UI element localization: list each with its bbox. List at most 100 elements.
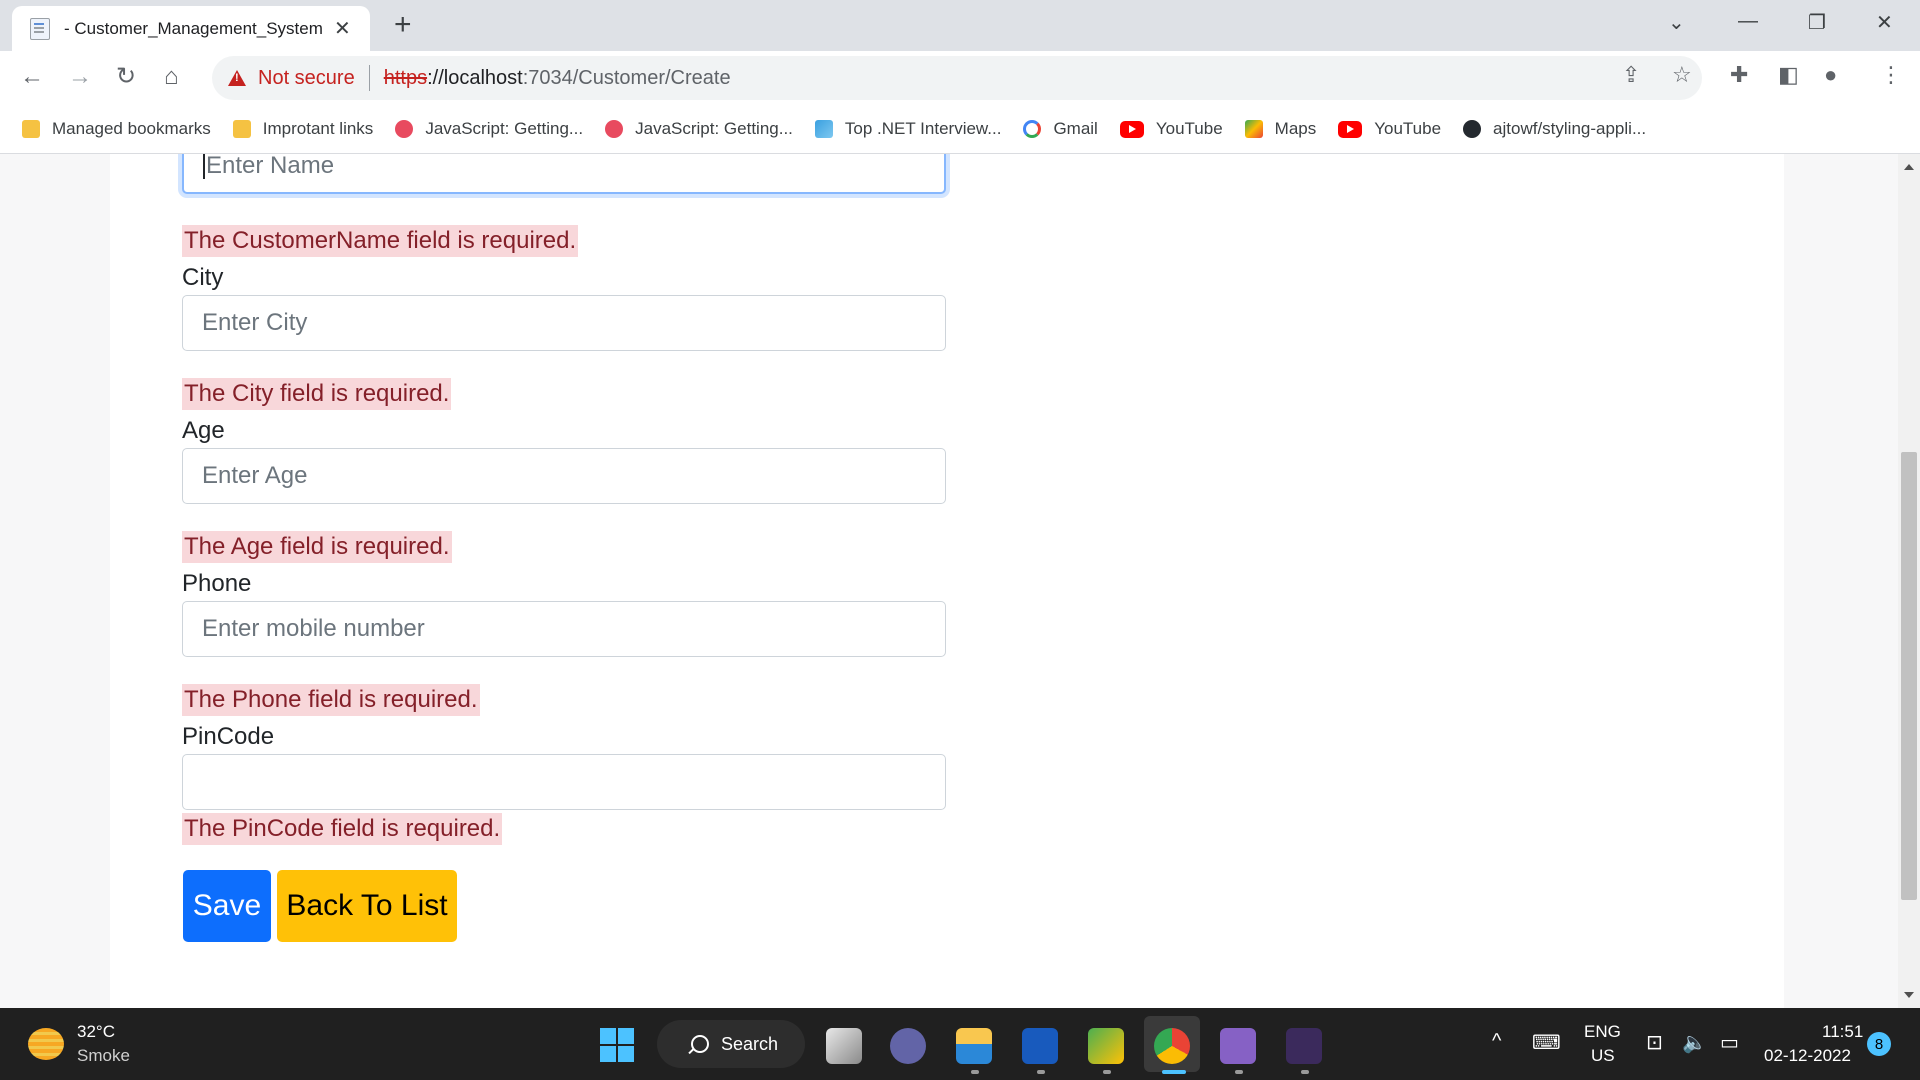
- weather-temperature[interactable]: 32°C: [77, 1022, 115, 1042]
- bookmark-label: Managed bookmarks: [52, 119, 211, 138]
- bookmark-label: YouTube: [1374, 119, 1442, 138]
- weather-description[interactable]: Smoke: [77, 1046, 130, 1066]
- bookmark-javascript-1[interactable]: JavaScript: Getting...: [395, 119, 583, 139]
- notification-count-badge[interactable]: 8: [1867, 1032, 1891, 1056]
- share-icon[interactable]: ⇪: [1622, 62, 1640, 88]
- minimize-icon[interactable]: —: [1738, 10, 1758, 33]
- scrollbar-thumb[interactable]: [1901, 452, 1917, 900]
- city-input[interactable]: Enter City: [182, 295, 946, 351]
- not-secure-label[interactable]: Not secure: [258, 67, 355, 90]
- tab-search-chevron-icon[interactable]: ⌄: [1668, 10, 1685, 35]
- network-icon[interactable]: ⊡: [1646, 1030, 1663, 1055]
- restore-icon[interactable]: ❐: [1808, 10, 1826, 35]
- warning-triangle-icon: [228, 70, 246, 86]
- page-viewport: Enter Name The CustomerName field is req…: [0, 154, 1898, 1008]
- bookmarks-bar: Managed bookmarks Improtant links JavaSc…: [0, 105, 1920, 154]
- back-arrow-icon[interactable]: ←: [20, 64, 44, 90]
- text-caret: [203, 154, 205, 179]
- extensions-puzzle-icon[interactable]: ✚: [1730, 62, 1748, 88]
- visual-studio-icon[interactable]: [1220, 1028, 1256, 1064]
- windows-start-icon[interactable]: [600, 1028, 634, 1062]
- running-indicator: [1235, 1070, 1243, 1074]
- customer-name-input[interactable]: Enter Name: [182, 154, 946, 194]
- phone-placeholder: Enter mobile number: [202, 615, 425, 642]
- github-icon: [1463, 120, 1482, 138]
- url-scheme: https: [383, 66, 428, 89]
- bookmark-youtube-2[interactable]: YouTube: [1338, 119, 1441, 139]
- phone-error: The Phone field is required.: [182, 684, 480, 716]
- running-indicator: [1301, 1070, 1309, 1074]
- profile-avatar-icon[interactable]: ●: [1824, 62, 1837, 88]
- folder-icon: [232, 120, 251, 138]
- age-label: Age: [182, 417, 225, 444]
- forward-arrow-icon[interactable]: →: [68, 64, 92, 90]
- back-to-list-button[interactable]: Back To List: [277, 870, 457, 942]
- pincode-input[interactable]: [182, 754, 946, 810]
- bookmark-gmail[interactable]: Gmail: [1023, 119, 1098, 139]
- bookmark-javascript-2[interactable]: JavaScript: Getting...: [605, 119, 793, 139]
- maps-icon: [1244, 120, 1263, 138]
- bookmark-star-icon[interactable]: ☆: [1672, 62, 1692, 88]
- url-host: ://localhost: [427, 66, 523, 89]
- file-explorer-icon[interactable]: [956, 1028, 992, 1064]
- menu-kebab-icon[interactable]: ⋮: [1880, 62, 1902, 88]
- url-path: :7034/Customer/Create: [522, 66, 731, 89]
- battery-icon[interactable]: ▭: [1720, 1030, 1739, 1055]
- google-icon: [1023, 120, 1042, 138]
- teams-chat-icon[interactable]: [890, 1028, 926, 1064]
- omnibox-divider: [368, 65, 370, 91]
- search-icon: [691, 1035, 709, 1053]
- phone-input[interactable]: Enter mobile number: [182, 601, 946, 657]
- language-region[interactable]: US: [1591, 1046, 1615, 1066]
- bookmark-managed[interactable]: Managed bookmarks: [22, 119, 211, 139]
- word-icon[interactable]: [1022, 1028, 1058, 1064]
- customer-name-error: The CustomerName field is required.: [182, 225, 579, 257]
- snipping-tool-icon[interactable]: [1088, 1028, 1124, 1064]
- side-panel-icon[interactable]: ◧: [1778, 62, 1799, 88]
- javascript-icon: [605, 120, 624, 138]
- taskbar-search-button[interactable]: Search: [657, 1020, 805, 1068]
- scroll-up-arrow-icon[interactable]: [1904, 164, 1914, 170]
- language-indicator[interactable]: ENG: [1584, 1022, 1621, 1042]
- age-input[interactable]: Enter Age: [182, 448, 946, 504]
- browser-tab[interactable]: - Customer_Management_System ✕: [12, 6, 370, 51]
- task-view-icon[interactable]: [826, 1028, 862, 1064]
- running-indicator: [971, 1070, 979, 1074]
- home-icon[interactable]: ⌂: [164, 64, 179, 90]
- save-button[interactable]: Save: [183, 870, 271, 942]
- customer-name-placeholder: Enter Name: [206, 154, 335, 179]
- bookmark-maps[interactable]: Maps: [1244, 119, 1317, 139]
- clock-time[interactable]: 11:51: [1822, 1022, 1863, 1042]
- reload-icon[interactable]: ↻: [116, 64, 136, 90]
- close-window-icon[interactable]: ✕: [1876, 10, 1893, 35]
- bookmark-dotnet[interactable]: Top .NET Interview...: [814, 119, 1002, 139]
- bookmark-label: YouTube: [1155, 119, 1223, 138]
- running-indicator: [1103, 1070, 1111, 1074]
- close-tab-icon[interactable]: ✕: [334, 16, 351, 41]
- city-placeholder: Enter City: [202, 309, 308, 336]
- page-scrollbar[interactable]: [1898, 154, 1920, 1008]
- age-placeholder: Enter Age: [202, 462, 308, 489]
- tab-strip: - Customer_Management_System ✕ + ⌄ — ❐ ✕: [0, 0, 1920, 51]
- clock-date[interactable]: 02-12-2022: [1764, 1046, 1851, 1066]
- active-indicator: [1162, 1070, 1186, 1074]
- bookmark-label: Top .NET Interview...: [844, 119, 1002, 138]
- terminal-icon[interactable]: [1286, 1028, 1322, 1064]
- bookmark-github[interactable]: ajtowf/styling-appli...: [1463, 119, 1646, 139]
- keyboard-icon[interactable]: ⌨: [1532, 1030, 1561, 1055]
- bookmark-label: Maps: [1274, 119, 1317, 138]
- pincode-label: PinCode: [182, 723, 275, 750]
- new-tab-button[interactable]: +: [394, 10, 412, 40]
- dotnet-icon: [814, 120, 833, 138]
- address-bar[interactable]: Not secure https ://localhost :7034/Cust…: [212, 56, 1702, 100]
- weather-smoke-icon[interactable]: [28, 1028, 64, 1060]
- bookmark-youtube-1[interactable]: YouTube: [1119, 119, 1223, 139]
- bookmark-improtant-links[interactable]: Improtant links: [232, 119, 373, 139]
- scroll-down-arrow-icon[interactable]: [1904, 992, 1914, 998]
- windows-taskbar: 32°C Smoke Search ^ ⌨ ENG US ⊡ 🔈 ▭ 11:51…: [0, 1008, 1920, 1080]
- show-hidden-icons-chevron-icon[interactable]: ^: [1492, 1030, 1501, 1053]
- volume-icon[interactable]: 🔈: [1682, 1030, 1707, 1055]
- chrome-icon[interactable]: [1154, 1028, 1190, 1064]
- pincode-error: The PinCode field is required.: [182, 813, 503, 845]
- page-favicon-icon: [30, 17, 50, 40]
